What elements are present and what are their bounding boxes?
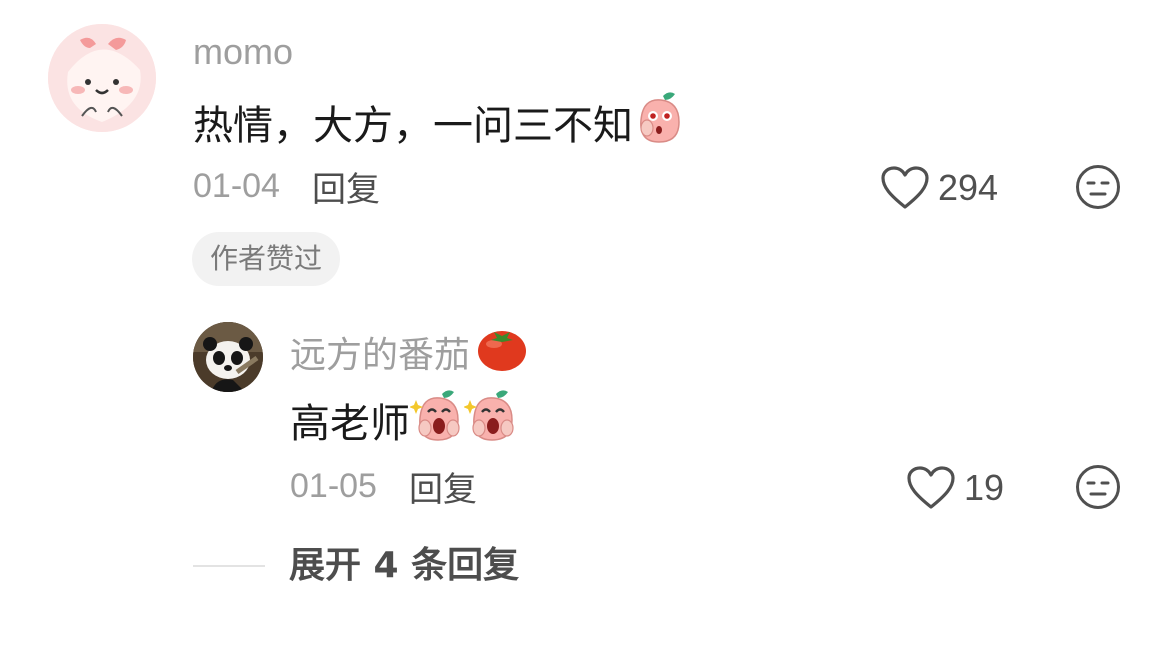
reply-avatar[interactable] (193, 322, 263, 392)
username[interactable]: momo (193, 28, 293, 76)
heart-icon (907, 466, 955, 509)
reply-body: 高老师 (290, 400, 410, 447)
peach-starstruck-emoji-icon (463, 388, 518, 459)
expand-divider (193, 565, 265, 567)
unamused-face-icon (1076, 165, 1120, 209)
comment-body: 热情，大方，一问三不知 (193, 102, 633, 149)
reply-date: 01-05 (290, 466, 377, 505)
reply-username[interactable]: 远方的番茄 (290, 330, 470, 382)
reply-username-row: 远方的番茄 (290, 324, 528, 387)
reply-to-reply-button[interactable]: 回复 (409, 462, 477, 511)
reply-meta: 01-05 回复 (290, 462, 477, 510)
avatar[interactable] (48, 24, 156, 132)
reply-like-count: 19 (964, 467, 1005, 508)
avatar-cartoon-icon (48, 24, 156, 132)
unamused-face-icon (1076, 465, 1120, 509)
panda-avatar-icon (193, 322, 263, 392)
peach-starstruck-emoji-icon (409, 388, 464, 459)
like-count: 294 (938, 167, 999, 208)
reply-button[interactable]: 回复 (312, 162, 380, 211)
reply-text: 高老师 (290, 388, 518, 459)
author-liked-badge: 作者赞过 (192, 232, 341, 286)
expand-replies-button[interactable]: 展开 4 条回复 (289, 540, 519, 592)
like-button[interactable]: 294 (880, 164, 998, 212)
tomato-icon (476, 324, 528, 387)
comment-date: 01-04 (193, 166, 280, 205)
dislike-button[interactable] (1074, 163, 1122, 211)
comment-text: 热情，大方，一问三不知 (193, 90, 685, 161)
comment-meta: 01-04 回复 (193, 162, 380, 210)
reply-like-button[interactable]: 19 (906, 464, 1004, 512)
peach-covering-mouth-emoji-icon (633, 90, 685, 161)
reply-dislike-button[interactable] (1074, 463, 1122, 511)
heart-icon (881, 166, 929, 209)
